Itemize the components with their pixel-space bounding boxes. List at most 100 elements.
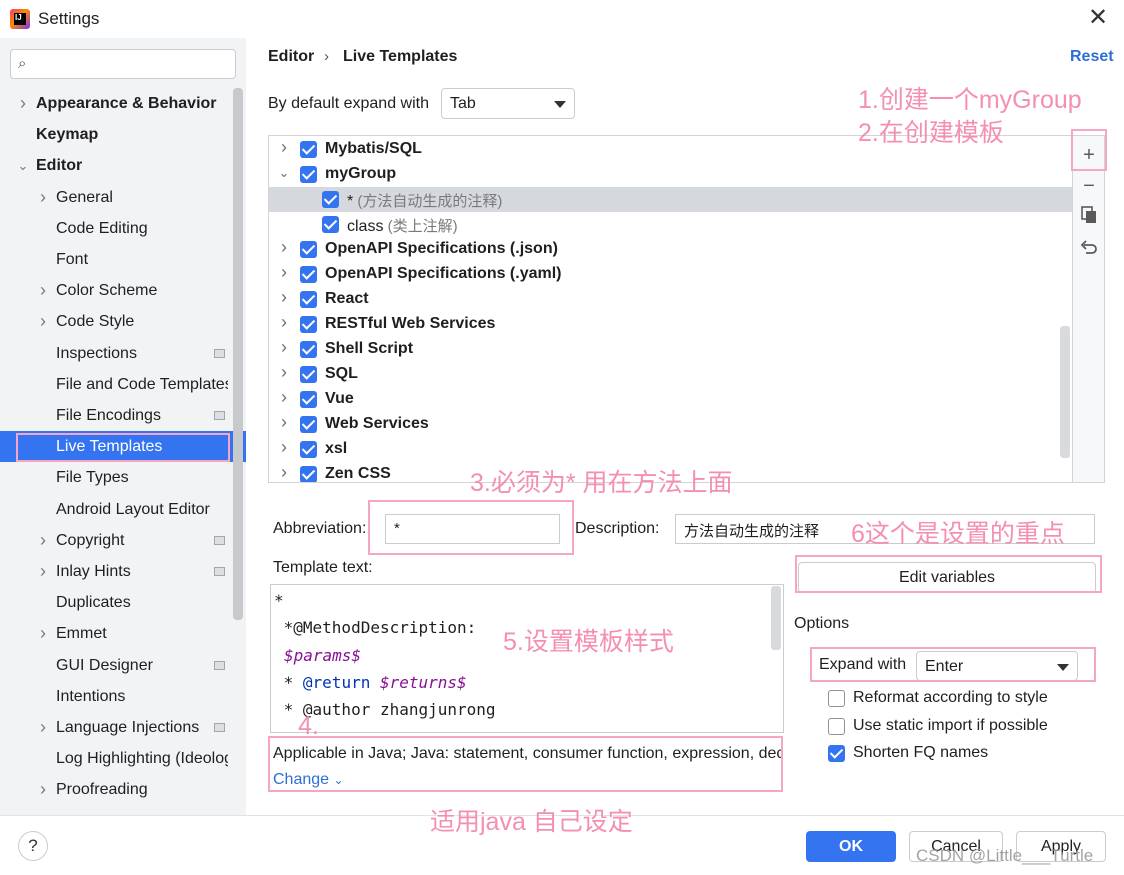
sidebar-item-intentions[interactable]: Intentions	[0, 681, 246, 712]
sidebar-item-proofreading[interactable]: › Proofreading	[0, 774, 246, 805]
template-name: Web Services	[325, 415, 429, 432]
chevron-right-icon[interactable]: ›	[277, 312, 291, 333]
template-text-scrollbar[interactable]	[771, 586, 781, 650]
restore-icon[interactable]	[1078, 239, 1100, 261]
settings-search-input[interactable]: ⌕	[10, 49, 236, 79]
template-checkbox[interactable]	[300, 166, 317, 183]
chevron-right-icon[interactable]: ›	[277, 287, 291, 308]
chevron-right-icon[interactable]: ›	[277, 362, 291, 383]
templates-scrollbar[interactable]	[1060, 326, 1070, 458]
template-checkbox[interactable]	[300, 466, 317, 482]
chevron-right-icon[interactable]: ›	[277, 412, 291, 433]
chevron-right-icon[interactable]: ›	[277, 387, 291, 408]
chevron-right-icon[interactable]: ›	[36, 556, 50, 587]
chevron-down-icon[interactable]: ⌄	[16, 150, 30, 181]
copy-icon[interactable]	[1078, 206, 1100, 228]
chevron-down-icon[interactable]: ⌄	[277, 165, 291, 181]
sidebar-item-label: Android Layout Editor	[56, 500, 210, 518]
option-shorten-fq-names[interactable]: Shorten FQ names	[828, 744, 1098, 764]
close-window-button[interactable]: ✕	[1084, 4, 1112, 32]
template-checkbox[interactable]	[300, 291, 317, 308]
chevron-right-icon[interactable]: ›	[16, 88, 30, 119]
sidebar-item-keymap[interactable]: Keymap	[0, 119, 246, 150]
annotation-box-edit-variables	[795, 555, 1102, 593]
template-group-row[interactable]: › OpenAPI Specifications (.json)	[269, 237, 1072, 262]
sidebar-item-gui-designer[interactable]: GUI Designer	[0, 650, 246, 681]
chevron-right-icon[interactable]: ›	[36, 306, 50, 337]
option-reformat-according-to-style[interactable]: Reformat according to style	[828, 689, 1098, 709]
template-checkbox[interactable]	[300, 241, 317, 258]
chevron-right-icon[interactable]: ›	[277, 437, 291, 458]
template-checkbox[interactable]	[300, 266, 317, 283]
chevron-right-icon[interactable]: ›	[277, 337, 291, 358]
template-group-row[interactable]: › RESTful Web Services	[269, 312, 1072, 337]
template-checkbox[interactable]	[300, 366, 317, 383]
chevron-right-icon[interactable]: ›	[36, 618, 50, 649]
sidebar-item-inspections[interactable]: Inspections	[0, 338, 246, 369]
sidebar-item-code-editing[interactable]: Code Editing	[0, 213, 246, 244]
chevron-right-icon[interactable]: ›	[36, 774, 50, 805]
template-checkbox[interactable]	[322, 191, 339, 208]
checkbox-unchecked[interactable]	[828, 690, 845, 707]
chevron-right-icon[interactable]: ›	[277, 462, 291, 482]
template-group-row[interactable]: › SQL	[269, 362, 1072, 387]
reset-link[interactable]: Reset	[1070, 48, 1114, 66]
sidebar-item-code-style[interactable]: › Code Style	[0, 306, 246, 337]
help-button[interactable]: ?	[18, 831, 48, 861]
template-group-row[interactable]: › Web Services	[269, 412, 1072, 437]
sidebar-item-label: Duplicates	[56, 594, 131, 612]
option-use-static-import-if-possible[interactable]: Use static import if possible	[828, 717, 1098, 737]
chevron-right-icon[interactable]: ›	[36, 275, 50, 306]
template-row[interactable]: * (方法自动生成的注释)	[269, 187, 1072, 212]
chevron-right-icon[interactable]: ›	[277, 137, 291, 158]
sidebar-item-android-layout-editor[interactable]: Android Layout Editor	[0, 494, 246, 525]
sidebar-item-file-encodings[interactable]: File Encodings	[0, 400, 246, 431]
template-text-editor[interactable]: * *@MethodDescription: $params$ * @return…	[270, 584, 784, 733]
template-checkbox[interactable]	[300, 391, 317, 408]
template-checkbox[interactable]	[300, 416, 317, 433]
sidebar-item-inlay-hints[interactable]: › Inlay Hints	[0, 556, 246, 587]
chevron-right-icon[interactable]: ›	[277, 262, 291, 283]
checkbox-unchecked[interactable]	[828, 717, 845, 735]
template-checkbox[interactable]	[300, 341, 317, 358]
template-group-row[interactable]: › Vue	[269, 387, 1072, 412]
checkbox-checked[interactable]	[828, 745, 845, 762]
chevron-right-icon[interactable]: ›	[36, 182, 50, 213]
search-icon: ⌕	[18, 55, 27, 72]
sidebar-item-file-and-code-templates[interactable]: File and Code Templates	[0, 369, 246, 400]
sidebar-item-editor[interactable]: ⌄ Editor	[0, 150, 246, 181]
breadcrumb-editor[interactable]: Editor	[268, 48, 314, 66]
sidebar-scrollbar[interactable]	[233, 88, 243, 620]
sidebar-item-general[interactable]: › General	[0, 182, 246, 213]
template-group-row[interactable]: › React	[269, 287, 1072, 312]
template-name: OpenAPI Specifications (.yaml)	[325, 265, 562, 282]
annotation-step3: 3.必须为* 用在方法上面	[470, 469, 733, 497]
template-checkbox[interactable]	[300, 141, 317, 158]
sidebar-item-appearance-behavior[interactable]: › Appearance & Behavior	[0, 88, 246, 119]
template-checkbox[interactable]	[322, 216, 339, 233]
sidebar-item-emmet[interactable]: › Emmet	[0, 618, 246, 649]
sidebar-item-label: Inspections	[56, 344, 137, 362]
sidebar-item-copyright[interactable]: › Copyright	[0, 525, 246, 556]
template-group-row[interactable]: › OpenAPI Specifications (.yaml)	[269, 262, 1072, 287]
ok-button[interactable]: OK	[806, 831, 896, 862]
sidebar-item-language-injections[interactable]: › Language Injections	[0, 712, 246, 743]
template-checkbox[interactable]	[300, 316, 317, 333]
chevron-right-icon[interactable]: ›	[36, 712, 50, 743]
template-row[interactable]: class (类上注解)	[269, 212, 1072, 237]
chevron-right-icon[interactable]: ›	[36, 525, 50, 556]
template-group-row[interactable]: › xsl	[269, 437, 1072, 462]
remove-icon[interactable]: −	[1078, 175, 1100, 197]
sidebar-item-duplicates[interactable]: Duplicates	[0, 587, 246, 618]
template-group-row[interactable]: ⌄ myGroup	[269, 162, 1072, 187]
template-group-row[interactable]: › Shell Script	[269, 337, 1072, 362]
chevron-right-icon[interactable]: ›	[277, 237, 291, 258]
sidebar-item-font[interactable]: Font	[0, 244, 246, 275]
sidebar-item-color-scheme[interactable]: › Color Scheme	[0, 275, 246, 306]
sidebar-item-file-types[interactable]: File Types	[0, 462, 246, 493]
default-expand-select[interactable]: Tab	[441, 88, 575, 119]
sidebar-item-label: Emmet	[56, 625, 107, 643]
template-checkbox[interactable]	[300, 441, 317, 458]
template-name: xsl	[325, 440, 348, 457]
sidebar-item-log-highlighting-ideolog[interactable]: Log Highlighting (Ideolog)	[0, 743, 246, 774]
